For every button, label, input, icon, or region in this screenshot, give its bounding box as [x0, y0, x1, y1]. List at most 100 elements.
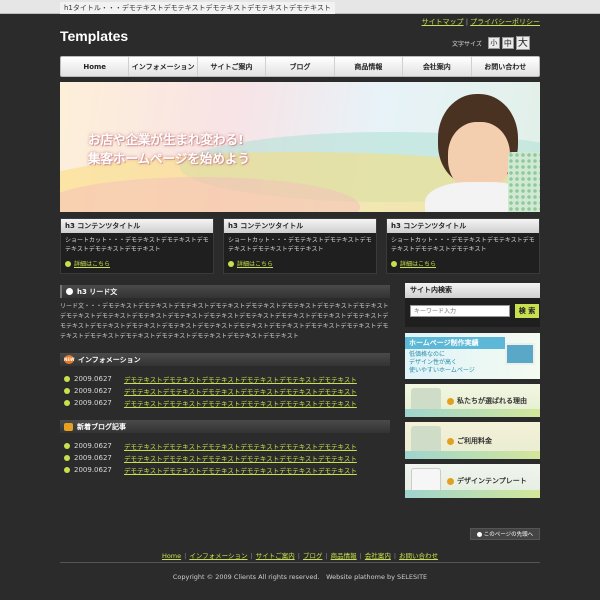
footer-link-contact[interactable]: お問い合わせ — [399, 552, 438, 560]
font-size-large-button[interactable]: 大 — [515, 36, 530, 50]
footer-separator: | — [184, 552, 187, 560]
item-date: 2009.0627 — [74, 442, 112, 450]
font-size-small-button[interactable]: 小 — [487, 37, 500, 49]
utility-links: サイトマップ | プライバシーポリシー — [422, 17, 540, 27]
footer-link-blog[interactable]: ブログ — [303, 552, 323, 560]
font-size-label: 文字サイズ — [452, 40, 482, 48]
item-link[interactable]: デモテキストデモテキストデモテキストデモテキストデモテキストデモテキスト — [124, 441, 357, 451]
content-box-text: ショートカット・・・デモテキストデモテキストデモテキストデモテキストデモテキスト — [228, 237, 372, 253]
banner-label: デザインテンプレート — [447, 476, 527, 486]
banner-templates[interactable]: デザインテンプレート — [405, 464, 540, 498]
content-box-more-link[interactable]: 詳細はこちら — [65, 259, 110, 268]
content-box-more-link[interactable]: 詳細はこちら — [228, 259, 273, 268]
banner-subtext: 低価格なのに デザイン性が高く 使いやすいホームページ — [409, 351, 475, 375]
footer-link-information[interactable]: インフォメーション — [189, 552, 247, 560]
nav-products[interactable]: 商品情報 — [335, 57, 404, 76]
banner-title: ホームページ制作実績 — [405, 337, 505, 349]
banner-reasons[interactable]: 私たちが選ばれる理由 — [405, 384, 540, 417]
chevron-up-icon — [476, 531, 482, 537]
footer-link-products[interactable]: 商品情報 — [331, 552, 357, 560]
h1-text: h1タイトル・・・デモテキストデモテキストデモテキストデモテキストデモテキスト — [60, 2, 335, 14]
banner-production-results[interactable]: ホームページ制作実績 低価格なのに デザイン性が高く 使いやすいホームページ — [405, 333, 540, 379]
global-nav: Home インフォメーション サイトご案内 ブログ 商品情報 会社案内 お問い合… — [60, 56, 540, 77]
footer-separator: | — [393, 552, 397, 560]
nav-home[interactable]: Home — [61, 57, 130, 76]
footer-separator: | — [297, 552, 300, 560]
content-box-title: h3 コンテンツタイトル — [61, 219, 213, 233]
arrow-icon — [228, 260, 234, 267]
nav-site-guide[interactable]: サイトご案内 — [198, 57, 267, 76]
search-heading: サイト内検索 — [405, 283, 540, 298]
hero-gift-box-image — [508, 152, 540, 212]
arrow-icon — [447, 437, 454, 445]
search-button[interactable]: 検 索 — [515, 304, 539, 318]
item-link[interactable]: デモテキストデモテキストデモテキストデモテキストデモテキストデモテキスト — [124, 465, 357, 475]
footer-link-home[interactable]: Home — [162, 552, 181, 560]
item-link[interactable]: デモテキストデモテキストデモテキストデモテキストデモテキストデモテキスト — [124, 453, 357, 463]
site-logo[interactable]: Templates — [60, 28, 128, 44]
nav-blog[interactable]: ブログ — [266, 57, 335, 76]
item-date: 2009.0627 — [74, 399, 112, 407]
content-box-more-link[interactable]: 詳細はこちら — [391, 259, 436, 268]
banner-subtext-line: 使いやすいホームページ — [409, 367, 475, 374]
item-date: 2009.0627 — [74, 387, 112, 395]
banner-label: 私たちが選ばれる理由 — [447, 396, 527, 406]
lead-heading-text: h3 リード文 — [77, 287, 118, 296]
banner-wave — [405, 490, 540, 498]
content-box-title: h3 コンテンツタイトル — [224, 219, 376, 233]
blog-icon — [64, 422, 73, 431]
font-size-medium-button[interactable]: 中 — [501, 37, 514, 49]
list-item: 2009.0627 デモテキストデモテキストデモテキストデモテキストデモテキストデ… — [64, 373, 390, 385]
footer-separator: | — [325, 552, 328, 560]
search-input[interactable] — [410, 305, 510, 317]
more-label: 詳細はこちら — [400, 261, 437, 268]
nav-company[interactable]: 会社案内 — [403, 57, 472, 76]
bullet-icon — [66, 288, 73, 295]
hero-line-1: お店や企業が生まれ変わる! — [88, 132, 244, 147]
arrow-icon — [64, 467, 70, 473]
footer-nav: Home | インフォメーション | サイトご案内 | ブログ | 商品情報 | 会社案内 | お問い合… — [0, 550, 600, 560]
item-link[interactable]: デモテキストデモテキストデモテキストデモテキストデモテキストデモテキスト — [124, 398, 357, 408]
page-top-label: このページの先頭へ — [483, 532, 534, 538]
sitemap-link[interactable]: サイトマップ — [422, 18, 464, 26]
more-label: 詳細はこちら — [74, 261, 111, 268]
nav-contact[interactable]: お問い合わせ — [472, 57, 539, 76]
arrow-icon — [64, 455, 70, 461]
item-link[interactable]: デモテキストデモテキストデモテキストデモテキストデモテキストデモテキスト — [124, 374, 357, 384]
list-item: 2009.0627 デモテキストデモテキストデモテキストデモテキストデモテキストデ… — [64, 397, 390, 409]
lead-heading: h3 リード文 — [60, 285, 390, 298]
blog-heading: 新着ブログ記事 — [60, 420, 390, 433]
content-box-text: ショートカット・・・デモテキストデモテキストデモテキストデモテキストデモテキスト — [65, 237, 209, 253]
page-top-button[interactable]: このページの先頭へ — [470, 528, 540, 540]
list-item: 2009.0627 デモテキストデモテキストデモテキストデモテキストデモテキストデ… — [64, 385, 390, 397]
font-size-switcher: 文字サイズ 小 中 大 — [452, 36, 530, 50]
footer-link-company[interactable]: 会社案内 — [365, 552, 391, 560]
arrow-icon — [65, 260, 71, 267]
hero-banner: お店や企業が生まれ変わる! 集客ホームページを始めよう — [60, 82, 540, 212]
content-box-title: h3 コンテンツタイトル — [387, 219, 539, 233]
arrow-icon — [447, 397, 454, 405]
information-heading: NEW インフォメーション — [60, 353, 390, 366]
item-link[interactable]: デモテキストデモテキストデモテキストデモテキストデモテキストデモテキスト — [124, 386, 357, 396]
item-date: 2009.0627 — [74, 375, 112, 383]
new-icon: NEW — [64, 355, 75, 364]
more-label: 詳細はこちら — [237, 261, 274, 268]
privacy-link[interactable]: プライバシーポリシー — [470, 18, 540, 26]
arrow-icon — [391, 260, 397, 267]
banner-pricing[interactable]: ご利用料金 — [405, 422, 540, 459]
banner-label-text: 私たちが選ばれる理由 — [457, 397, 527, 405]
footer-link-site-guide[interactable]: サイトご案内 — [256, 552, 295, 560]
copyright: Copyright © 2009 Clients All rights rese… — [172, 573, 428, 581]
lead-text: リード文・・・デモテキストデモテキストデモテキストデモテキストデモテキストデモテ… — [60, 303, 389, 340]
list-item: 2009.0627 デモテキストデモテキストデモテキストデモテキストデモテキストデ… — [64, 464, 390, 476]
information-heading-text: インフォメーション — [78, 355, 141, 364]
item-date: 2009.0627 — [74, 466, 112, 474]
nav-information[interactable]: インフォメーション — [129, 57, 198, 76]
content-box: h3 コンテンツタイトル ショートカット・・・デモテキストデモテキストデモテキス… — [386, 218, 540, 274]
list-item: 2009.0627 デモテキストデモテキストデモテキストデモテキストデモテキストデ… — [64, 452, 390, 464]
hero-catchcopy: お店や企業が生まれ変わる! 集客ホームページを始めよう — [88, 130, 250, 168]
hero-line-2: 集客ホームページを始めよう — [88, 151, 250, 166]
computer-icon — [505, 343, 535, 365]
content-box-text: ショートカット・・・デモテキストデモテキストデモテキストデモテキストデモテキスト — [391, 237, 535, 253]
content-box: h3 コンテンツタイトル ショートカット・・・デモテキストデモテキストデモテキス… — [223, 218, 377, 274]
